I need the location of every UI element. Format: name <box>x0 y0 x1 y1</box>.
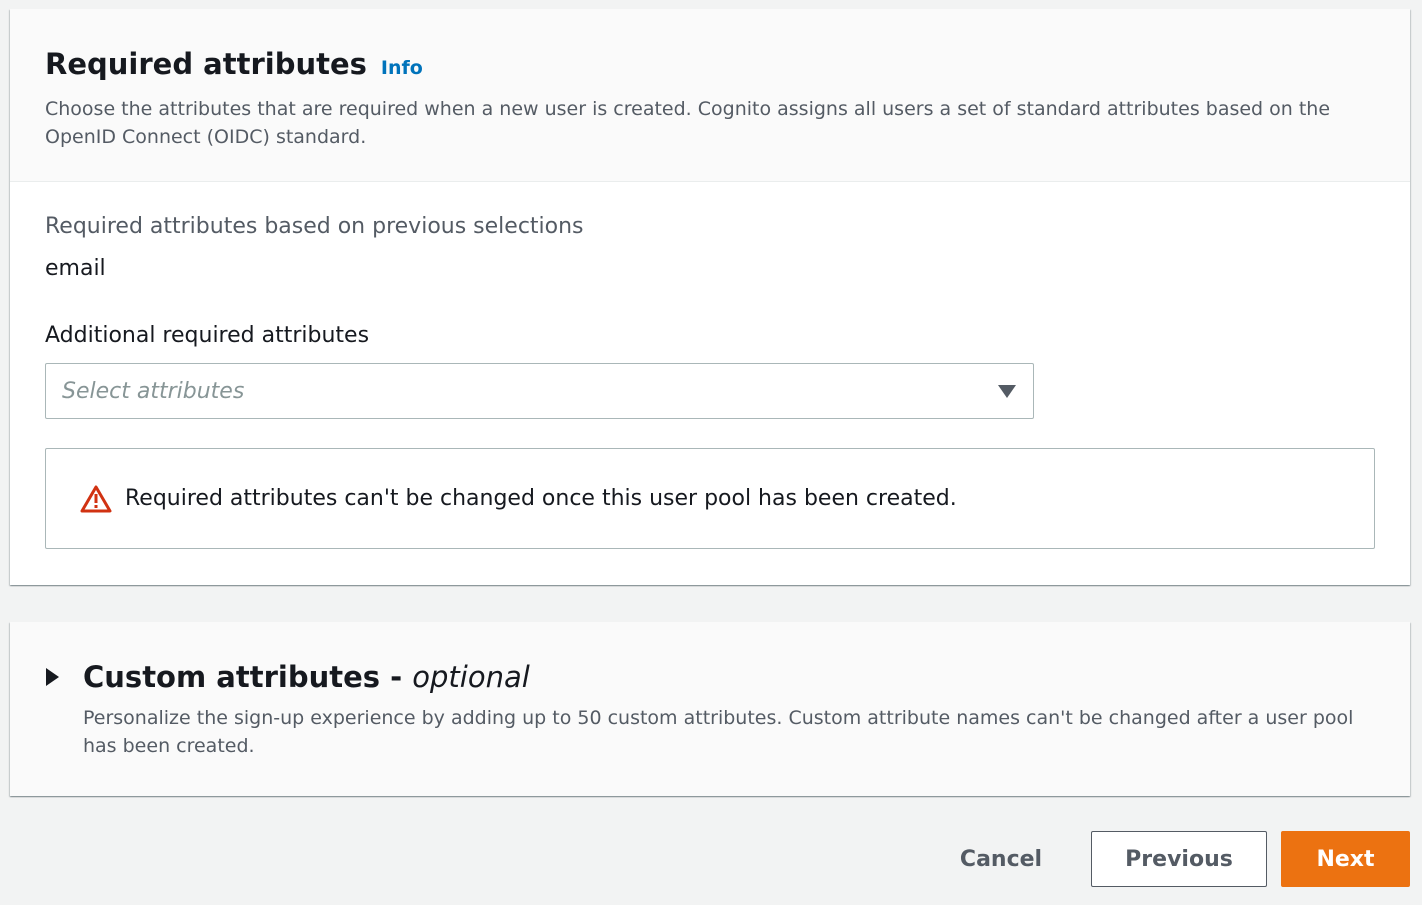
custom-attributes-title: Custom attributes - optional <box>83 660 530 694</box>
caret-down-icon <box>998 384 1016 398</box>
caret-right-icon <box>46 668 59 686</box>
previous-button[interactable]: Previous <box>1091 831 1267 887</box>
title-row: Required attributes Info <box>45 47 1375 81</box>
required-attributes-header: Required attributes Info Choose the attr… <box>10 9 1410 182</box>
required-attributes-panel: Required attributes Info Choose the attr… <box>10 9 1410 585</box>
warning-triangle-icon <box>80 485 112 512</box>
additional-attributes-label: Additional required attributes <box>45 323 370 348</box>
cancel-button[interactable]: Cancel <box>944 831 1058 887</box>
custom-attributes-title-main: Custom attributes - <box>83 660 413 694</box>
warning-alert: Required attributes can't be changed onc… <box>45 448 1375 549</box>
warning-text: Required attributes can't be changed onc… <box>125 486 957 511</box>
select-placeholder: Select attributes <box>62 378 245 404</box>
additional-attributes-select[interactable]: Select attributes <box>45 363 1034 419</box>
custom-attributes-title-optional: optional <box>412 660 530 694</box>
custom-attributes-expand-toggle[interactable]: Custom attributes - optional <box>46 660 1375 694</box>
info-link[interactable]: Info <box>381 57 423 79</box>
previous-selections-label: Required attributes based on previous se… <box>45 214 584 239</box>
required-attributes-body: Required attributes based on previous se… <box>10 182 1410 549</box>
required-attributes-title: Required attributes <box>45 47 367 81</box>
next-button[interactable]: Next <box>1281 831 1410 887</box>
required-attributes-description: Choose the attributes that are required … <box>45 98 1331 148</box>
custom-attributes-panel: Custom attributes - optional Personalize… <box>10 622 1410 796</box>
previous-selections-value: email <box>45 256 106 281</box>
custom-attributes-description: Personalize the sign-up experience by ad… <box>83 707 1354 757</box>
